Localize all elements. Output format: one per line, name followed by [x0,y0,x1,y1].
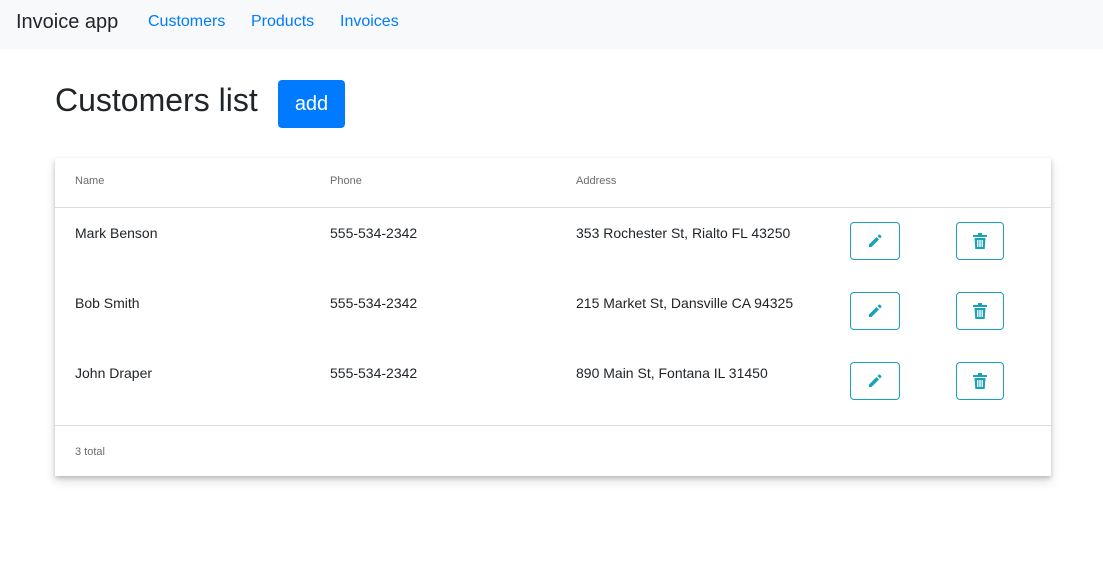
pencil-icon [869,374,882,387]
cell-address: 353 Rochester St, Rialto FL 43250 [576,225,791,241]
column-header-address: Address [576,175,617,187]
edit-button[interactable] [850,292,900,330]
cell-name: Bob Smith [75,295,140,311]
cell-address: 890 Main St, Fontana IL 31450 [576,365,768,381]
delete-button[interactable] [956,292,1004,330]
footer-divider [55,425,1051,426]
cell-address: 215 Market St, Dansville CA 94325 [576,295,794,311]
nav-link-products[interactable]: Products [251,12,314,31]
pencil-icon [869,304,882,317]
nav-link-customers[interactable]: Customers [148,12,225,31]
delete-button[interactable] [956,222,1004,260]
total-count: 3 total [75,446,105,458]
page-title: Customers list [55,82,258,118]
nav-link-invoices[interactable]: Invoices [340,12,399,31]
header-divider [55,207,1051,208]
cell-name: Mark Benson [75,225,158,241]
brand[interactable]: Invoice app [16,10,118,34]
trash-icon [973,303,987,319]
cell-name: John Draper [75,365,153,381]
delete-button[interactable] [956,362,1004,400]
cell-phone: 555-534-2342 [330,225,418,241]
cell-phone: 555-534-2342 [330,295,418,311]
add-button[interactable]: add [278,80,345,128]
navbar: Invoice app Customers Products Invoices [0,0,1103,49]
column-header-phone: Phone [330,175,362,187]
trash-icon [973,373,987,389]
column-header-name: Name [75,175,105,187]
trash-icon [973,233,987,249]
edit-button[interactable] [850,222,900,260]
pencil-icon [869,234,882,247]
edit-button[interactable] [850,362,900,400]
cell-phone: 555-534-2342 [330,365,418,381]
customers-table-card: Name Phone Address Mark Benson 555-534-2… [55,158,1051,476]
